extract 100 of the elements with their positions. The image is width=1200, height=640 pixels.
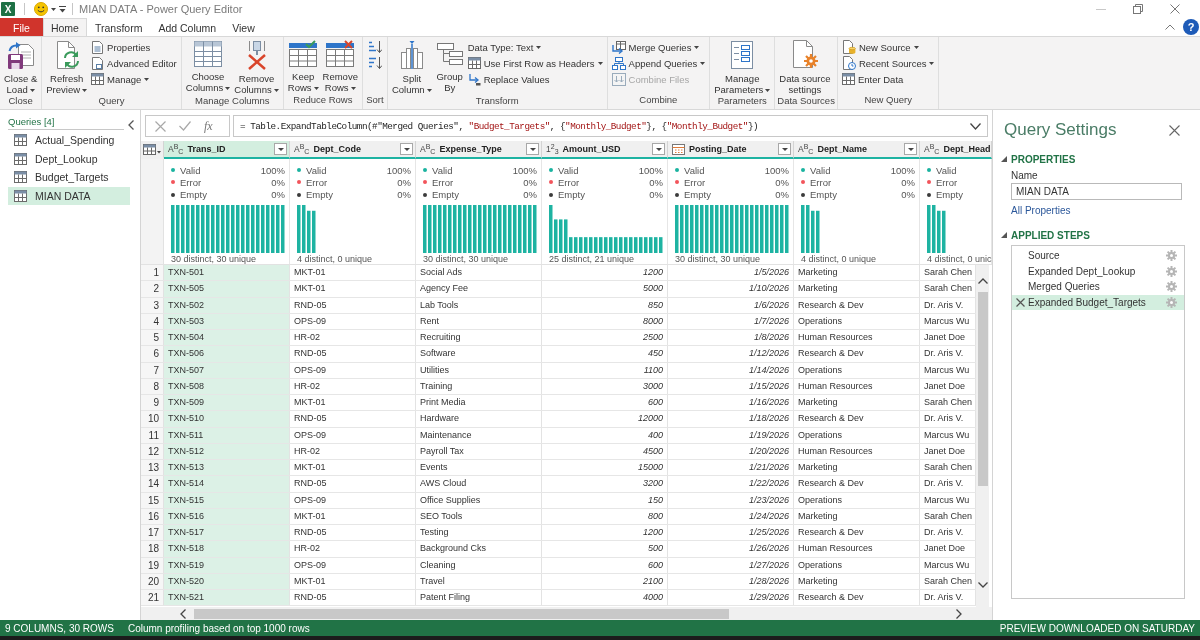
all-properties-link[interactable]: All Properties	[1011, 205, 1071, 216]
ribbon-button[interactable]: Data source settings	[777, 38, 833, 95]
ribbon-button[interactable]: Group By	[433, 38, 466, 93]
column-header[interactable]: A$^{B}$$_{C}$ Dept_Code	[290, 141, 416, 159]
profile-label: Valid	[936, 164, 957, 176]
close-icon[interactable]	[1170, 4, 1180, 14]
filter-button[interactable]	[400, 143, 413, 155]
column-name: Amount_USD	[562, 144, 621, 154]
caret-icon[interactable]	[51, 7, 56, 11]
profile-value: 0%	[523, 177, 537, 188]
query-item[interactable]: Budget_Targets	[8, 168, 130, 187]
chevron-up-icon[interactable]	[977, 278, 988, 284]
query-item[interactable]: MIAN DATA	[8, 186, 130, 205]
profile-value: 100%	[638, 164, 663, 176]
profile-label: Error	[684, 177, 706, 188]
name-field[interactable]: MIAN DATA	[1011, 183, 1182, 200]
ribbon-button[interactable]: Manage	[89, 71, 179, 87]
profile-summary: 25 distinct, 21 unique	[549, 254, 636, 264]
filter-button[interactable]	[526, 143, 539, 155]
ribbon-button[interactable]: New Source	[839, 39, 937, 55]
chevron-left-icon[interactable]	[180, 608, 186, 619]
column-header[interactable]: A$^{B}$$_{C}$ Dept_Head	[920, 141, 992, 159]
help-button[interactable]: ?	[1183, 19, 1199, 35]
column-header[interactable]: A$^{B}$$_{C}$ Expense_Type	[416, 141, 542, 159]
ribbon-tab[interactable]: Home	[42, 18, 87, 36]
ribbon-button[interactable]: Manage Parameters	[712, 38, 773, 95]
column-header[interactable]: Posting_Date	[668, 141, 794, 159]
smiley-icon[interactable]	[34, 2, 48, 16]
formula-field[interactable]: = Table.ExpandTableColumn(#"Merged Queries", "Budget_Targets", {"Monthly_Budget"}, {"Monthly_Budget"})	[233, 115, 988, 137]
profile-value: 0%	[271, 189, 285, 201]
delete-icon[interactable]	[1015, 298, 1025, 308]
chevron-down-icon[interactable]	[977, 582, 988, 588]
profile-value: 0%	[649, 189, 663, 201]
vertical-scrollbar[interactable]	[976, 265, 989, 607]
filter-button[interactable]	[904, 143, 917, 155]
column-header[interactable]: A$^{B}$$_{C}$ Trans_ID	[164, 141, 290, 159]
profile-value: 0%	[649, 177, 663, 188]
document-gear-icon	[790, 40, 819, 70]
check-icon[interactable]	[179, 121, 191, 131]
ribbon-button[interactable]: Remove Columns	[232, 38, 281, 95]
filter-button[interactable]	[778, 143, 791, 155]
caret-icon	[597, 61, 603, 65]
window-title: MIAN DATA - Power Query Editor	[79, 3, 243, 15]
scrollbar-thumb[interactable]	[977, 292, 988, 486]
table-cell: TXN-514	[164, 476, 290, 492]
chevron-right-icon[interactable]	[956, 608, 962, 619]
caret-icon	[929, 61, 935, 65]
sort-ascending-icon	[367, 40, 382, 54]
profile-value: 0%	[775, 177, 789, 188]
applied-step[interactable]: Merged Queries	[1012, 279, 1184, 295]
append-icon	[611, 56, 626, 70]
close-icon[interactable]	[1169, 124, 1180, 136]
triangle-icon[interactable]	[1001, 156, 1007, 162]
query-item[interactable]: Actual_Spending	[8, 131, 130, 150]
ribbon-button[interactable]: Keep Rows	[285, 38, 321, 93]
ribbon-button[interactable]: Enter Data	[839, 71, 937, 87]
horizontal-scrollbar[interactable]	[141, 607, 992, 620]
column-header[interactable]: A$^{B}$$_{C}$ Dept_Name	[794, 141, 920, 159]
caret-icon	[781, 147, 788, 151]
ribbon-button[interactable]: Split Column	[389, 38, 434, 95]
query-item[interactable]: Dept_Lookup	[8, 149, 130, 168]
caret-icon	[907, 147, 914, 151]
document-database-icon	[841, 40, 856, 54]
split-column-icon	[398, 40, 425, 70]
table-icon	[193, 40, 224, 68]
table-icon	[467, 57, 481, 69]
filter-button[interactable]	[274, 143, 287, 155]
filter-button[interactable]	[652, 143, 665, 155]
ribbon-button[interactable]: Use First Row as Headers	[465, 55, 605, 71]
ribbon-button[interactable]: Refresh Preview	[44, 38, 90, 95]
chevron-left-icon[interactable]	[128, 120, 134, 130]
scrollbar-thumb[interactable]	[194, 608, 729, 619]
applied-step[interactable]: Source	[1012, 248, 1184, 264]
ribbon-button[interactable]: Recent Sources	[839, 55, 937, 71]
applied-step[interactable]: Expanded Dept_Lookup	[1012, 263, 1184, 280]
applied-step[interactable]: Expanded Budget_Targets	[1012, 294, 1184, 311]
floppy-disk-icon	[6, 40, 35, 70]
ribbon-button[interactable]: Properties	[89, 39, 179, 55]
table-cell: TXN-513	[164, 460, 290, 476]
table-menu-button[interactable]	[141, 141, 164, 159]
table-check-icon	[288, 40, 319, 68]
ribbon-button[interactable]: Replace Values	[465, 71, 605, 87]
table-icon	[14, 171, 27, 184]
ribbon-button[interactable]: Data Type: Text	[465, 39, 605, 55]
chevron-down-icon[interactable]	[970, 122, 981, 130]
restore-icon[interactable]	[1133, 4, 1143, 14]
ribbon-button[interactable]: Remove Rows	[320, 38, 360, 93]
customize-icon[interactable]	[59, 5, 66, 13]
ribbon-button[interactable]: Close & Load	[2, 38, 40, 95]
function-button[interactable]: fx	[204, 118, 213, 134]
ribbon-button[interactable]: Choose Columns	[183, 38, 233, 93]
triangle-icon[interactable]	[1001, 232, 1007, 238]
ribbon-button[interactable]: Advanced Editor	[89, 55, 179, 71]
chevron-up-icon[interactable]	[1165, 24, 1175, 30]
ribbon-button[interactable]: Merge Queries	[609, 39, 708, 55]
calendar-icon[interactable]	[672, 143, 685, 155]
file-tab[interactable]: File	[0, 18, 43, 36]
replace-icon	[467, 72, 481, 86]
ribbon-button[interactable]: Append Queries	[609, 55, 708, 71]
column-header[interactable]: 1$^{2}$$_{3}$ Amount_USD	[542, 141, 668, 159]
